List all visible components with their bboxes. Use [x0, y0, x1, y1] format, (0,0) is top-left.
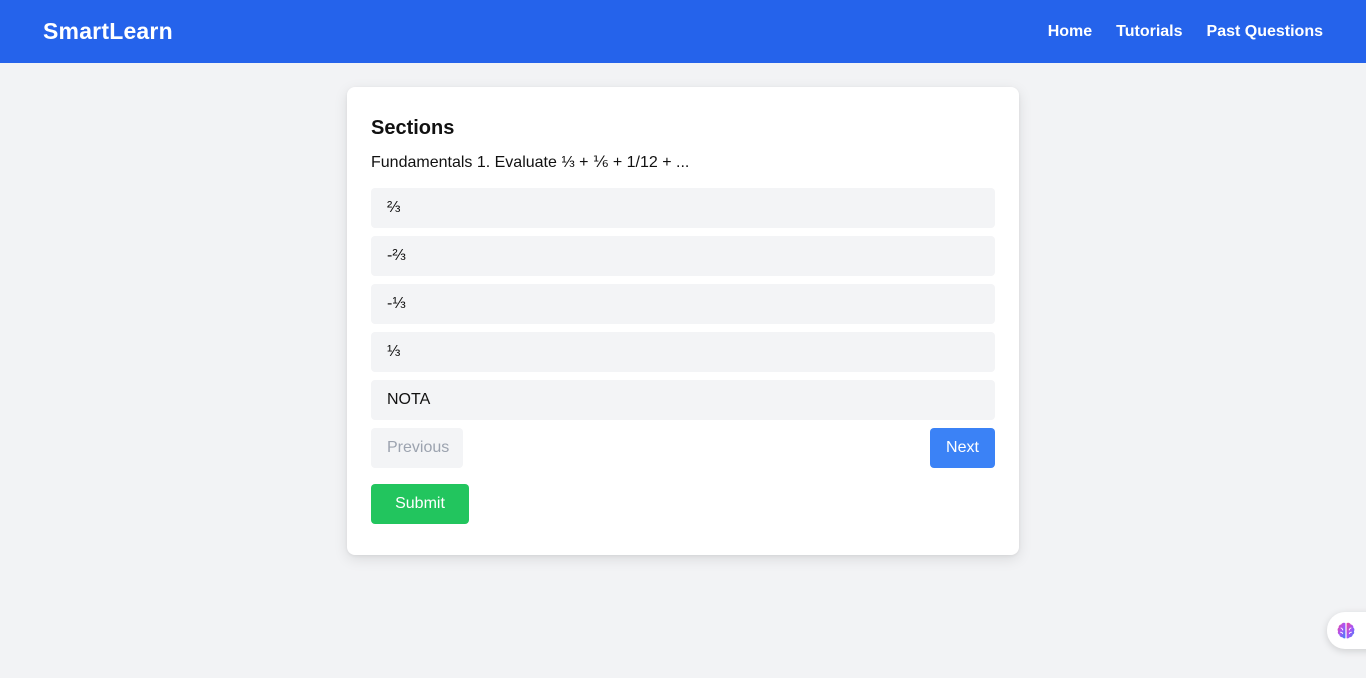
nav-past-questions-link[interactable]: Past Questions — [1207, 23, 1323, 41]
question-text: Fundamentals 1. Evaluate ⅓ + ⅙ + 1/12 + … — [371, 154, 690, 171]
answer-option[interactable]: -⅔ — [371, 236, 995, 276]
brain-icon — [1337, 622, 1355, 638]
previous-button[interactable]: Previous — [371, 428, 463, 468]
section-title: Sections — [371, 117, 455, 139]
nav-tutorials-link[interactable]: Tutorials — [1116, 23, 1182, 41]
floating-helper-button[interactable] — [1327, 612, 1366, 649]
brand-logo[interactable]: SmartLearn — [43, 18, 173, 45]
answer-option[interactable]: NOTA — [371, 380, 995, 420]
quiz-card: Sections Fundamentals 1. Evaluate ⅓ + ⅙ … — [347, 87, 1019, 555]
answer-option[interactable]: ⅔ — [371, 188, 995, 228]
next-button[interactable]: Next — [930, 428, 995, 468]
nav-links: Home Tutorials Past Questions — [1048, 23, 1323, 41]
answer-option[interactable]: ⅓ — [371, 332, 995, 372]
answer-options: ⅔ -⅔ -⅓ ⅓ NOTA — [371, 188, 995, 420]
answer-option[interactable]: -⅓ — [371, 284, 995, 324]
submit-button[interactable]: Submit — [371, 484, 469, 524]
nav-home-link[interactable]: Home — [1048, 23, 1092, 41]
top-navbar: SmartLearn Home Tutorials Past Questions — [0, 0, 1366, 63]
question-navigation: Previous Next — [371, 428, 995, 468]
